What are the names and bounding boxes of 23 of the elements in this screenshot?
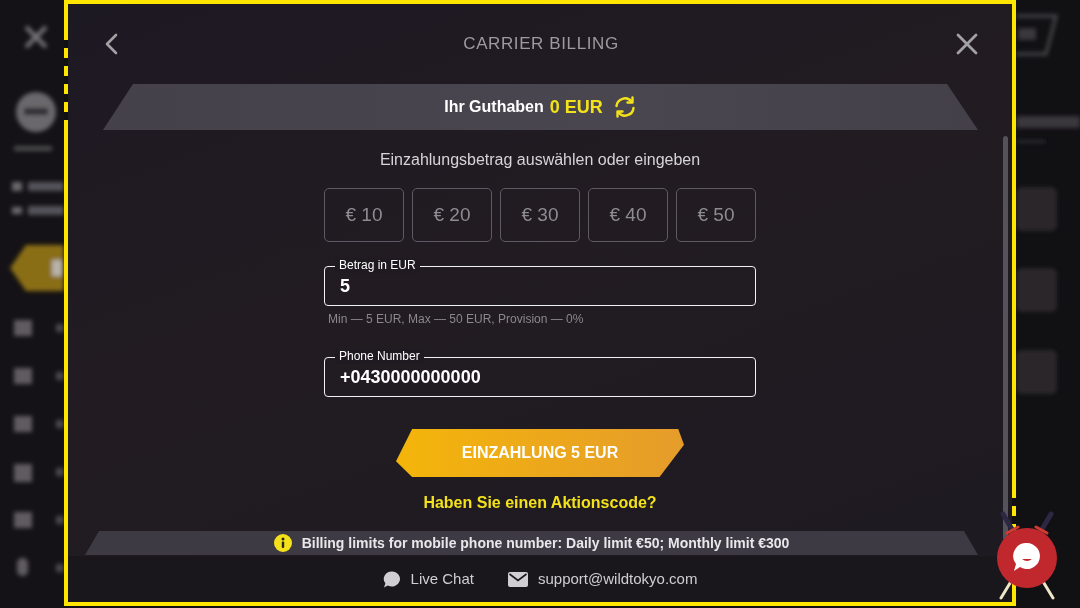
amount-preset-button[interactable]: € 20: [412, 188, 492, 242]
modal-title: CARRIER BILLING: [462, 33, 620, 56]
amount-preset-button[interactable]: € 50: [676, 188, 756, 242]
balance-label: Ihr Guthaben: [444, 97, 544, 117]
field-label: Betrag in EUR: [335, 258, 420, 273]
amount-heading: Einzahlungsbetrag auswählen oder eingeben: [378, 150, 702, 170]
live-chat-link[interactable]: Live Chat: [382, 567, 474, 591]
scrollbar[interactable]: [1003, 136, 1008, 540]
refresh-icon[interactable]: [612, 95, 637, 119]
chat-bubble-icon: [382, 570, 401, 588]
support-email-link[interactable]: support@wildtokyo.com: [507, 567, 698, 591]
close-button[interactable]: [956, 33, 978, 55]
info-icon: [273, 534, 292, 552]
promo-code-link[interactable]: Haben Sie einen Aktionscode?: [423, 493, 657, 513]
amount-preset-button[interactable]: € 10: [324, 188, 404, 242]
chevron-left-icon: [104, 33, 118, 55]
close-icon: [956, 33, 978, 55]
field-hint: Min — 5 EUR, Max — 50 EUR, Provision — 0%: [327, 312, 585, 326]
amount-preset-button[interactable]: € 40: [588, 188, 668, 242]
envelope-icon: [507, 571, 528, 587]
amount-preset-button[interactable]: € 30: [500, 188, 580, 242]
balance-amount: 0 EUR: [549, 95, 603, 119]
notice-text: Billing limits for mobile phone number: Daily limit €50; Monthly limit €300: [301, 533, 790, 553]
